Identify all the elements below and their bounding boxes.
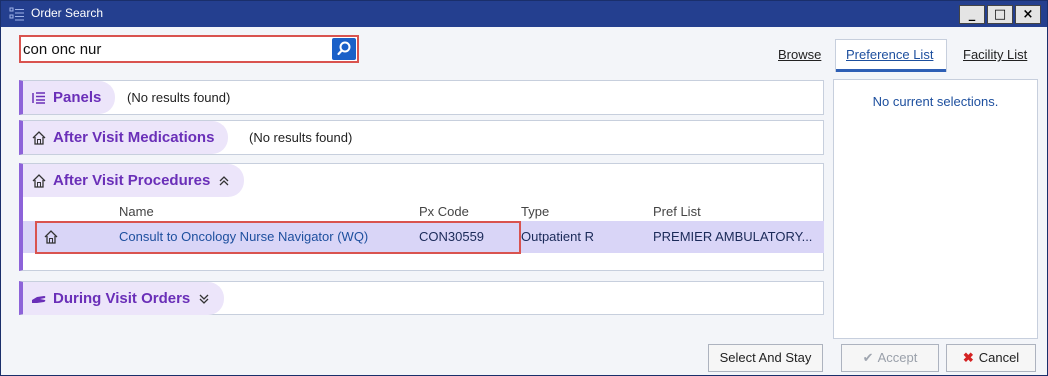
table-row[interactable]: Consult to Oncology Nurse Navigator (WQ)… (23, 221, 824, 253)
section-during-visit-orders-header[interactable]: During Visit Orders (23, 282, 225, 315)
tab-preference-list[interactable]: Preference List (846, 47, 933, 62)
section-after-visit-medications-status: (No results found) (249, 130, 353, 145)
column-header-name[interactable]: Name (119, 204, 154, 219)
tab-facility-list[interactable]: Facility List (963, 47, 1027, 62)
accept-label: Accept (877, 350, 918, 365)
section-after-visit-procedures-title: After Visit Procedures (53, 172, 211, 189)
select-and-stay-button[interactable]: Select And Stay (708, 344, 823, 372)
search-button[interactable] (332, 38, 356, 60)
collapse-chevron-icon[interactable] (218, 175, 230, 187)
order-search-app-icon (9, 7, 24, 21)
section-during-visit-orders: During Visit Orders (19, 281, 824, 315)
section-after-visit-medications-title: After Visit Medications (53, 129, 215, 146)
search-icon (337, 41, 351, 56)
expand-chevron-icon[interactable] (198, 293, 210, 305)
minimize-button[interactable]: _ (959, 5, 985, 24)
panels-icon (32, 91, 45, 104)
search-box (19, 35, 359, 63)
maximize-button[interactable]: □ (987, 5, 1013, 24)
row-name[interactable]: Consult to Oncology Nurse Navigator (WQ) (119, 229, 368, 244)
section-during-visit-orders-title: During Visit Orders (53, 290, 191, 307)
cancel-label: Cancel (978, 350, 1020, 365)
home-icon (32, 130, 46, 145)
tab-browse[interactable]: Browse (778, 47, 821, 62)
column-header-px-code[interactable]: Px Code (419, 204, 469, 219)
title-bar: Order Search _ □ × (1, 1, 1047, 27)
selections-pane: No current selections. (833, 79, 1038, 339)
select-and-stay-label: Select And Stay (719, 350, 812, 365)
column-header-type[interactable]: Type (521, 204, 549, 219)
no-selections-text: No current selections. (872, 94, 999, 109)
section-after-visit-medications-header[interactable]: After Visit Medications (23, 121, 229, 154)
row-pref-list: PREMIER AMBULATORY... (653, 229, 813, 244)
search-input[interactable] (23, 39, 327, 59)
cancel-button[interactable]: ✖ Cancel (946, 344, 1036, 372)
section-panels-title: Panels (53, 89, 102, 106)
row-px-code: CON30559 (419, 229, 485, 244)
close-button[interactable]: × (1015, 5, 1041, 24)
home-icon (32, 173, 46, 188)
section-after-visit-procedures: After Visit Procedures Name Px Code Type… (19, 163, 824, 271)
column-header-pref-list[interactable]: Pref List (653, 204, 701, 219)
order-search-window: Order Search _ □ × Browse Preference Lis… (0, 0, 1048, 376)
hand-icon (32, 295, 46, 303)
section-after-visit-procedures-header[interactable]: After Visit Procedures (23, 164, 245, 197)
home-icon (44, 230, 58, 244)
section-panels-header[interactable]: Panels (23, 81, 116, 114)
cancel-x-icon: ✖ (962, 350, 974, 365)
section-panels-status: (No results found) (127, 90, 231, 105)
check-icon: ✔ (862, 350, 874, 365)
accept-button[interactable]: ✔ Accept (841, 344, 939, 372)
section-panels: Panels (No results found) (19, 80, 824, 115)
window-title: Order Search (31, 6, 104, 20)
section-after-visit-medications: After Visit Medications (No results foun… (19, 120, 824, 155)
active-tab-indicator (836, 69, 946, 72)
row-type: Outpatient R (521, 229, 594, 244)
